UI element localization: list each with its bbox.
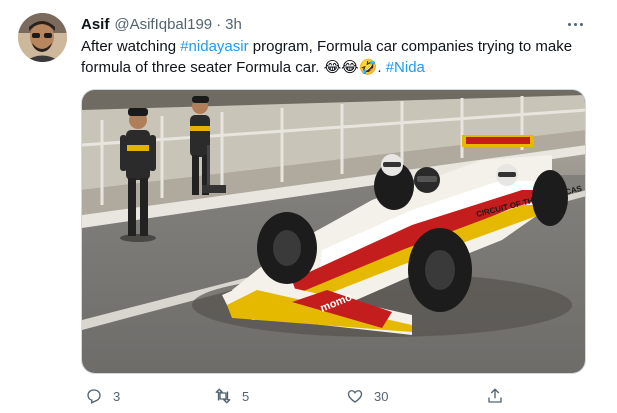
hashtag-link[interactable]: #Nida [386,59,425,76]
tweet-text: After watching #nidayasir program, Formu… [81,37,591,78]
share-button[interactable] [486,383,504,409]
hashtag-link[interactable]: #nidayasir [180,38,248,55]
tweet-photo[interactable]: CIRCUIT OF THE AMERICAS momo [81,89,586,374]
avatar[interactable] [18,13,67,62]
separator: · [216,15,222,33]
like-count: 30 [374,388,389,404]
race-car-photo: CIRCUIT OF THE AMERICAS momo [82,90,585,373]
reply-button[interactable]: 3 [85,383,120,409]
like-button[interactable]: 30 [346,383,388,409]
tweet-text-part: After watching [81,38,181,55]
retweet-button[interactable]: 5 [214,383,249,409]
author-name[interactable]: Asif [81,16,109,33]
author-handle[interactable]: @AsifIqbal199 [114,16,212,33]
like-icon [347,390,363,403]
retweet-count: 5 [242,388,250,404]
reply-icon [87,389,101,404]
share-icon [488,388,502,403]
retweet-icon [215,388,231,404]
timestamp[interactable]: 3h [225,16,242,33]
more-icon[interactable] [563,14,587,34]
action-bar: 3 5 30 [81,383,591,409]
tweet-header: Asif @AsifIqbal199 · 3h [81,13,557,35]
emoji-text: 😂😂🤣 [323,58,378,76]
tweet: Asif @AsifIqbal199 · 3h After watching #… [0,0,617,413]
reply-count: 3 [113,388,121,404]
tweet-text-part: . [377,59,386,76]
avatar-image [18,13,67,62]
